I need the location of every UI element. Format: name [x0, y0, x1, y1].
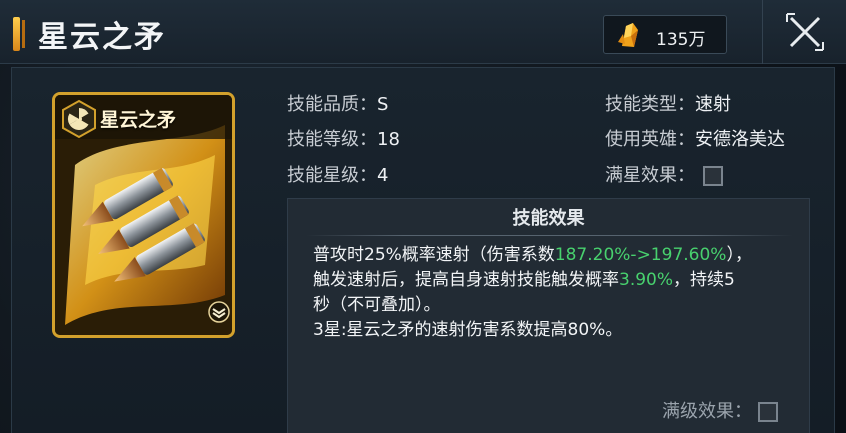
max-star-checkbox[interactable]: [703, 166, 723, 186]
info-hero-value: 安德洛美达: [695, 129, 785, 150]
max-level-label: 满级效果：: [662, 401, 752, 422]
effect-line-2-suffix: ，持续5: [673, 270, 735, 290]
max-level-checkbox[interactable]: [758, 402, 778, 422]
rank-chevron-icon: [208, 301, 230, 323]
info-level: 技能等级：18: [287, 125, 400, 151]
effect-line-3: 秒（不可叠加）。: [313, 295, 441, 315]
info-type: 技能类型：速射: [605, 90, 731, 116]
effect-line-1-suffix: ），: [726, 245, 752, 265]
effect-description: 普攻时25%概率速射（伤害系数187.20%->197.60%）， 触发速射后，…: [313, 243, 793, 343]
info-max-star: 满星效果：: [605, 161, 723, 187]
card-name: 星云之矛: [100, 109, 177, 131]
gold-crystal-icon: [618, 23, 638, 47]
info-hero: 使用英雄：安德洛美达: [605, 125, 785, 151]
currency-display: 135万: [603, 15, 727, 54]
title-accent-bar: [13, 17, 25, 51]
header-bar: 星云之矛 135万: [0, 0, 846, 64]
effect-title: 技能效果: [512, 208, 585, 229]
effect-line-2-prefix: 触发速射后，提高自身速射技能触发概率: [313, 270, 619, 290]
effect-line-1-highlight: 187.20%->197.60%: [554, 245, 727, 265]
skill-card: 星云之矛: [52, 92, 235, 338]
info-stars-value: 4: [377, 165, 389, 186]
effect-line-1: 普攻时25%概率速射（伤害系数187.20%->197.60%），: [313, 243, 793, 268]
info-hero-label: 使用英雄：: [605, 129, 695, 150]
effect-line-4: 3星:星云之矛的速射伤害系数提高80%。: [313, 320, 623, 340]
currency-value: 135万: [656, 30, 706, 50]
info-stars-label: 技能星级：: [287, 165, 377, 186]
effect-divider: [306, 235, 793, 236]
radiation-badge-icon: [62, 99, 96, 139]
max-level-effect: 满级效果：: [662, 397, 778, 423]
info-quality: 技能品质：S: [287, 90, 388, 116]
info-max-star-label: 满星效果：: [605, 165, 695, 186]
info-type-value: 速射: [695, 94, 731, 115]
info-quality-value: S: [377, 94, 389, 115]
page-title: 星云之矛: [38, 20, 166, 55]
info-stars: 技能星级：4: [287, 161, 388, 187]
info-quality-label: 技能品质：: [287, 94, 377, 115]
info-level-value: 18: [377, 129, 400, 150]
skill-effect-box: 技能效果 普攻时25%概率速射（伤害系数187.20%->197.60%）， 触…: [287, 198, 810, 433]
info-level-label: 技能等级：: [287, 129, 377, 150]
close-icon: [786, 13, 824, 51]
effect-line-2-highlight: 3.90%: [619, 270, 674, 290]
info-type-label: 技能类型：: [605, 94, 695, 115]
close-button[interactable]: [762, 0, 846, 64]
effect-line-1-prefix: 普攻时25%概率速射（伤害系数: [313, 245, 555, 265]
effect-line-2: 触发速射后，提高自身速射技能触发概率3.90%，持续5: [313, 268, 793, 293]
